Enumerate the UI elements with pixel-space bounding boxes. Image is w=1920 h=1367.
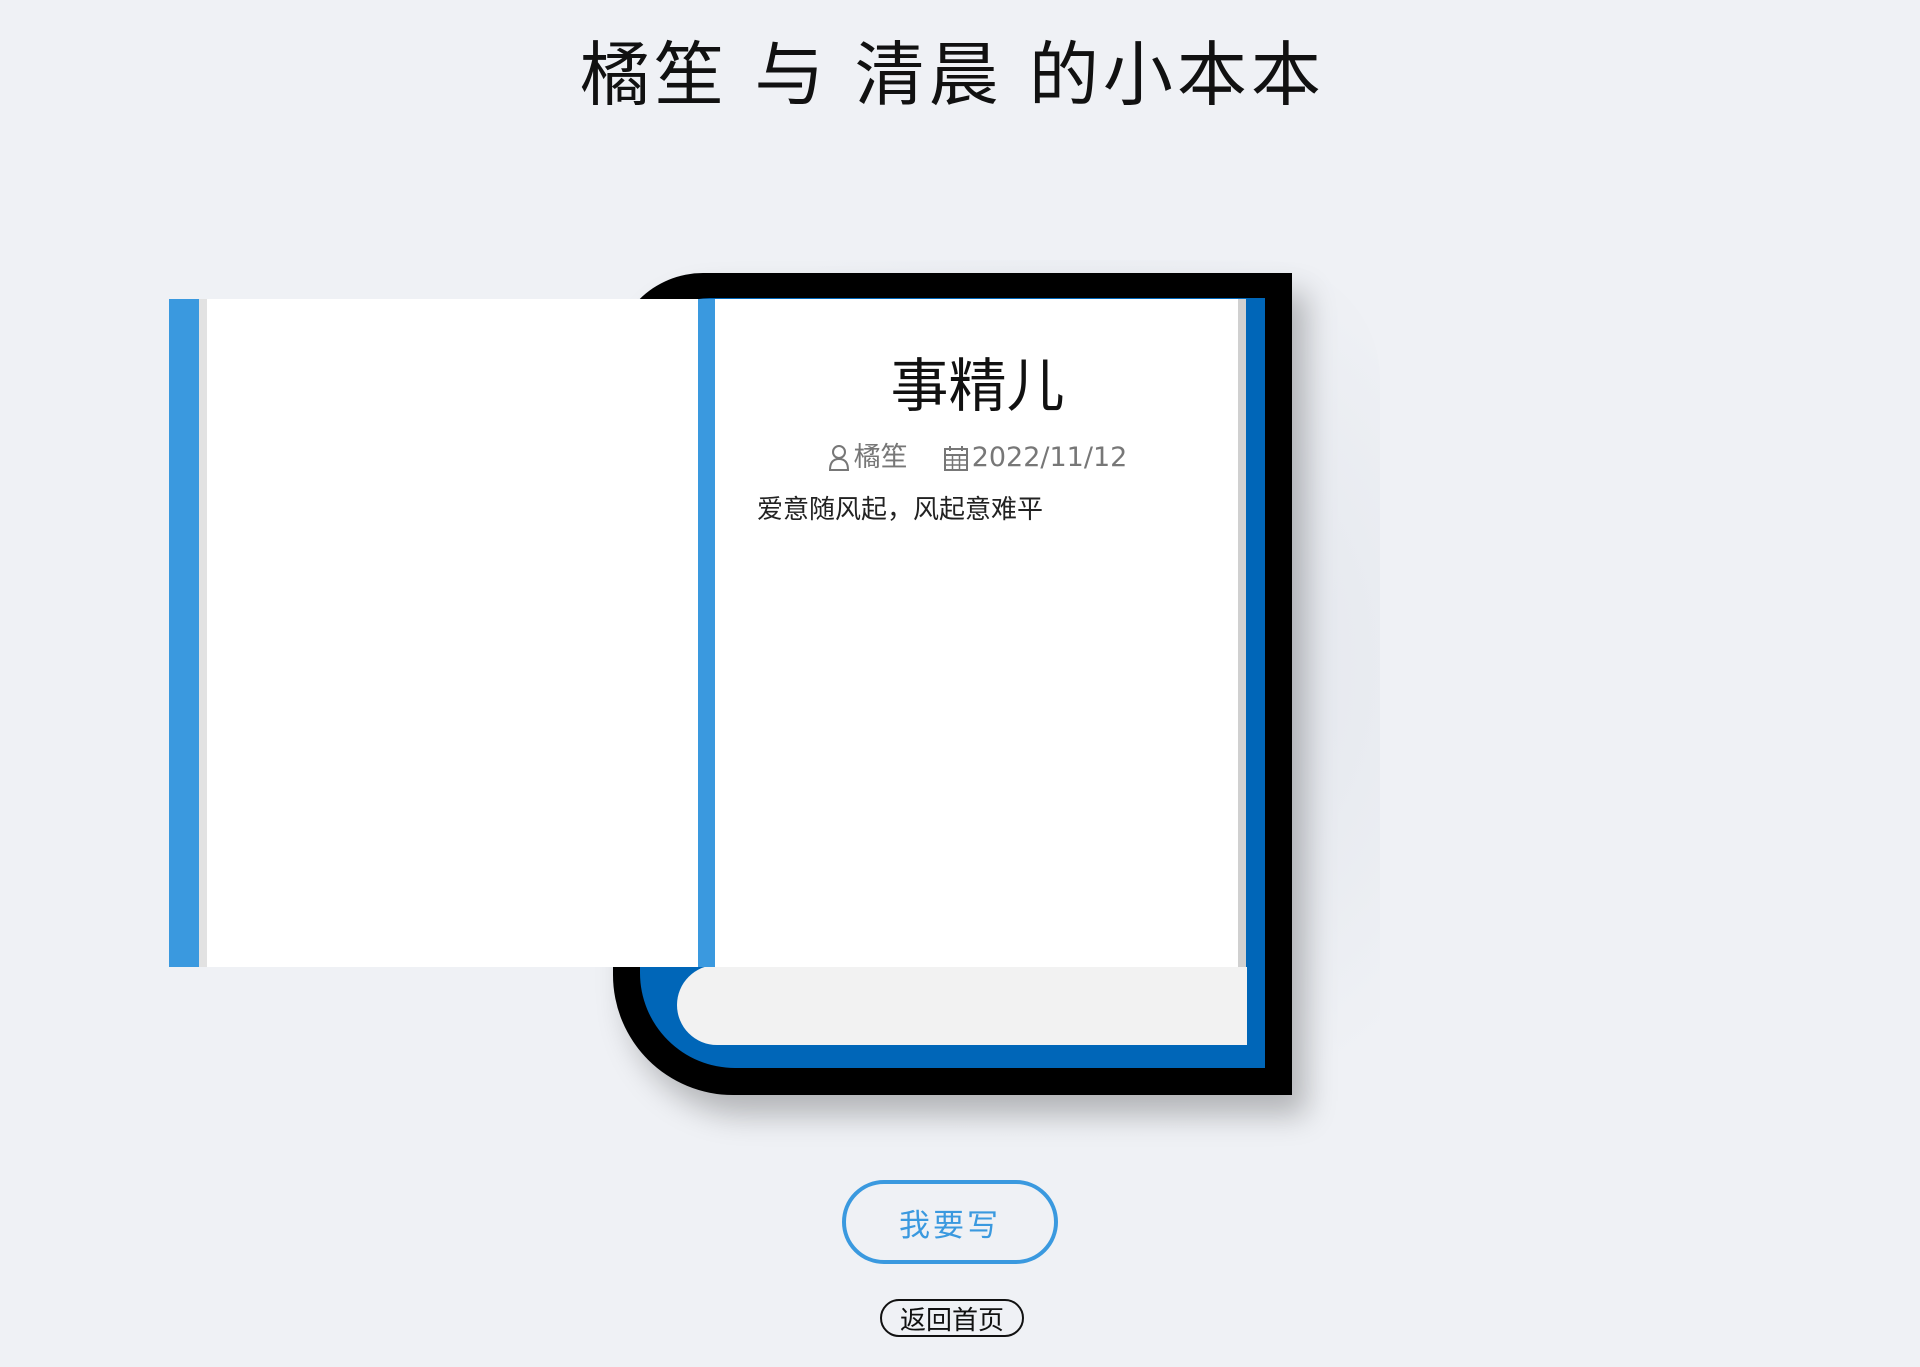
home-link[interactable]: 返回首页 <box>880 1299 1024 1337</box>
write-button[interactable]: 我要写 <box>842 1180 1058 1264</box>
left-page <box>169 299 699 967</box>
post-author: 橘笙 <box>828 438 908 478</box>
site-title: 橘笙 与 清晨 的小本本 <box>580 34 1325 116</box>
post-body: 爱意随风起，风起意难平 <box>757 495 1044 525</box>
post-meta: 橘笙 2022/11/12 <box>715 438 1240 478</box>
page: 橘笙 与 清晨 的小本本 事精儿 橘笙 2022/11/12 爱意随风起，风起意… <box>0 0 1920 1367</box>
book-spine <box>698 299 715 967</box>
left-page-edge <box>199 299 207 967</box>
calendar-icon <box>943 445 968 471</box>
right-cover-edge <box>1246 299 1265 967</box>
user-icon <box>828 444 850 472</box>
left-page-spine <box>169 299 199 967</box>
post-date: 2022/11/12 <box>943 438 1128 478</box>
post-author-name: 橘笙 <box>853 442 908 473</box>
post-title: 事精儿 <box>890 352 1065 420</box>
post-date-text: 2022/11/12 <box>971 442 1128 473</box>
book-page-stack <box>677 965 1247 1045</box>
